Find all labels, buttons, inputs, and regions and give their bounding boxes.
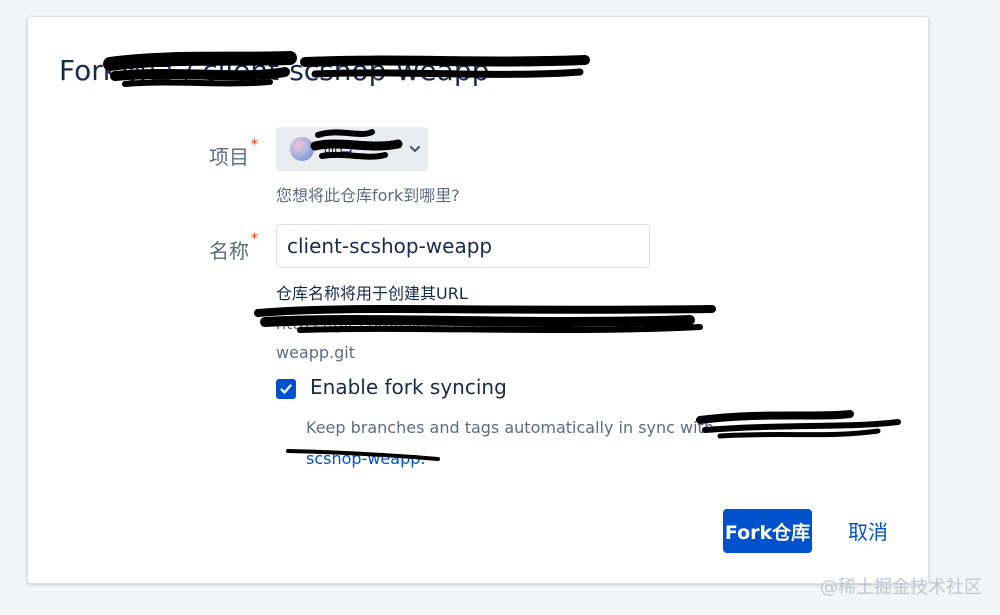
repo-url-line2: weapp.git [276,343,356,362]
project-help: 您想将此仓库fork到哪里? [276,186,460,205]
sync-upstream-link[interactable]: scshop-weapp. [306,444,425,474]
repo-url-line1: https://git.com/client-scshop- [276,314,510,333]
sync-description: Keep branches and tags automatically in … [306,418,714,437]
chevron-down-icon [410,146,420,152]
required-mark: * [251,231,258,247]
name-label-wrap: 名称 * [28,231,258,264]
project-avatar [290,137,314,161]
fork-button[interactable]: Fork仓库 [723,509,812,553]
cancel-button[interactable]: 取消 [848,516,888,545]
required-mark: * [251,137,258,153]
watermark: @稀土掘金技术社区 [820,577,982,598]
dialog-title: Fork项目 / client-scshop-weapp [59,54,490,87]
project-label-wrap: 项目 * [28,137,258,170]
project-select[interactable]: 项目 [276,127,428,171]
fork-dialog: Fork项目 / client-scshop-weapp 项目 * 项目 您想将此… [27,16,929,584]
fork-sync-checkbox[interactable] [276,379,296,399]
name-help: 仓库名称将用于创建其URL [276,284,468,303]
project-label: 项目 [209,145,249,169]
repo-name-input[interactable] [276,224,650,268]
name-label: 名称 [209,239,249,263]
project-select-value: 项目 [322,141,355,160]
check-icon [280,384,292,394]
fork-sync-label[interactable]: Enable fork syncing [310,375,507,399]
